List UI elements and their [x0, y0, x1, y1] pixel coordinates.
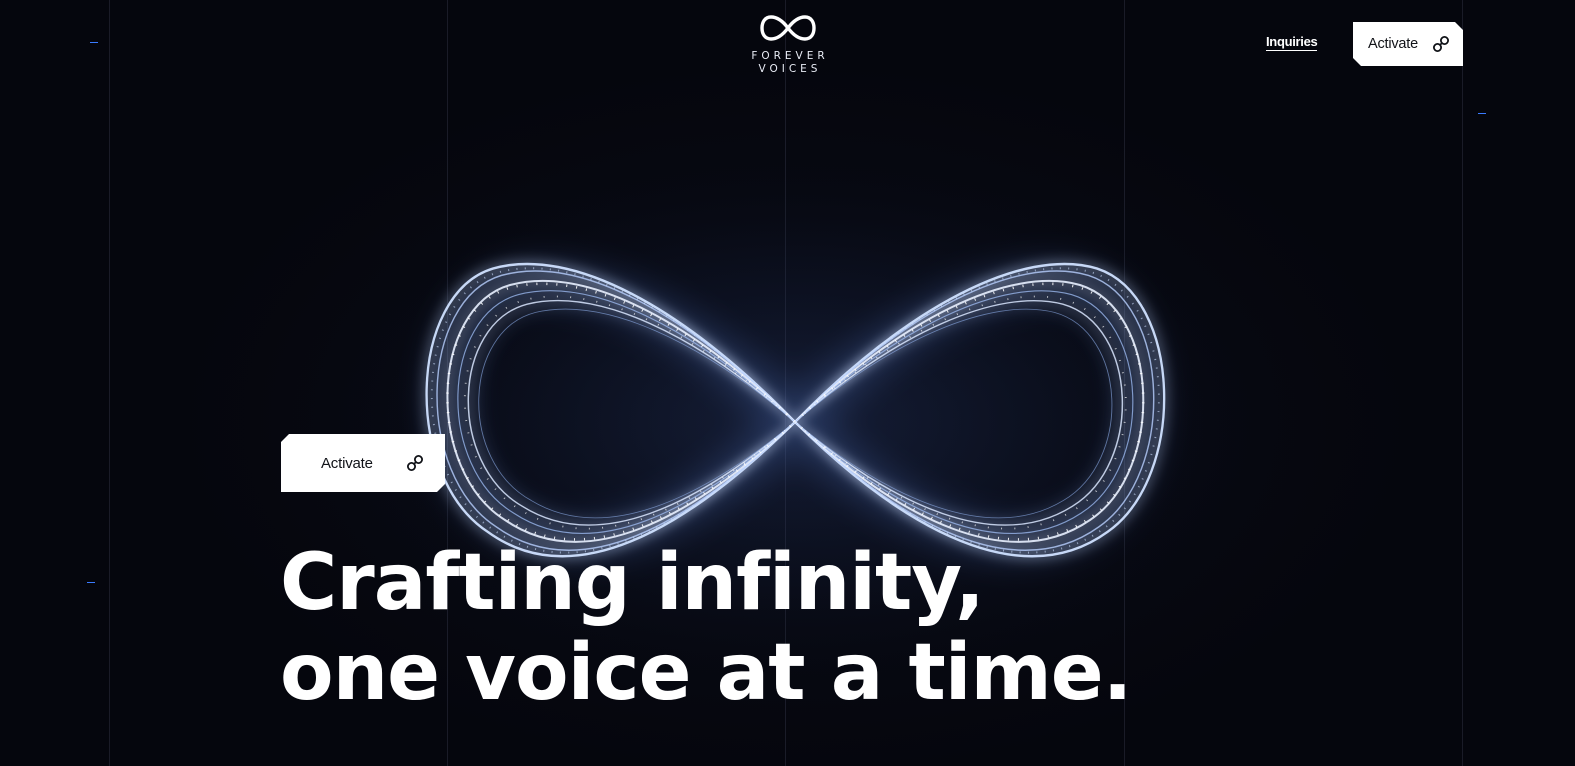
link-icon — [1431, 34, 1451, 54]
hero-headline-line2: one voice at a time. — [280, 628, 1132, 718]
activate-button-label: Activate — [1368, 36, 1418, 52]
brand-name-line2: VOICES — [758, 63, 822, 75]
hero-headline: Crafting infinity, one voice at a time. — [280, 538, 1180, 718]
hero-section: FOREVER VOICES Inquiries Activate Activa… — [0, 0, 1575, 766]
brand-name: FOREVER VOICES — [747, 50, 828, 76]
hero-headline-line1: Crafting infinity, — [280, 538, 985, 628]
infinity-icon — [760, 15, 816, 41]
inquiries-link[interactable]: Inquiries — [1266, 35, 1318, 51]
brand-name-line1: FOREVER — [751, 50, 829, 62]
link-icon — [405, 453, 425, 473]
activate-button-header[interactable]: Activate — [1353, 22, 1463, 66]
brand-logo[interactable]: FOREVER VOICES — [743, 14, 833, 80]
activate-button-hero[interactable]: Activate — [281, 434, 445, 492]
activate-button-label: Activate — [321, 454, 373, 472]
